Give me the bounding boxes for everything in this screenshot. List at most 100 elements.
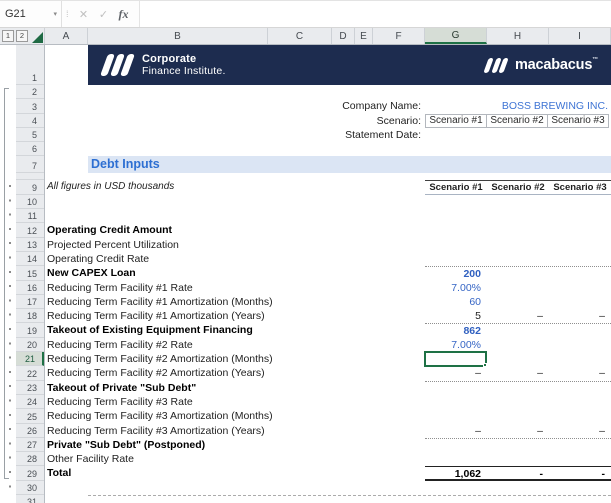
row-header-22[interactable]: 22 [16, 366, 44, 380]
cell-i27[interactable] [549, 439, 611, 452]
row-header-1[interactable]: 1 [16, 45, 44, 85]
statement-date-value[interactable] [425, 128, 611, 142]
name-box[interactable]: G21 ▾ [0, 1, 62, 27]
section-title[interactable]: Debt Inputs [88, 156, 611, 173]
scenario-col-header-1[interactable]: Scenario #1 [425, 181, 487, 193]
cell-h14[interactable] [487, 252, 549, 266]
cell-g16[interactable]: 7.00% [425, 281, 487, 295]
row-label[interactable]: Reducing Term Facility #1 Rate [45, 281, 425, 295]
scenario-cell-1[interactable]: Scenario #1 [425, 114, 487, 128]
cell-h15[interactable] [487, 267, 549, 280]
cell-h18[interactable]: – [487, 309, 549, 323]
row-header-16[interactable]: 16 [16, 281, 44, 295]
cell-i28[interactable] [549, 452, 611, 466]
cell-i18[interactable]: – [549, 309, 611, 323]
cell-i16[interactable] [549, 281, 611, 295]
enter-icon[interactable]: ✓ [94, 8, 114, 21]
row-header-11[interactable]: 11 [16, 209, 44, 223]
outline-level-1-button[interactable]: 1 [2, 30, 14, 42]
cell-i15[interactable] [549, 267, 611, 280]
cell-g23[interactable] [425, 382, 487, 395]
cell-g26[interactable]: – [425, 424, 487, 438]
row-header-13[interactable]: 13 [16, 238, 44, 252]
row-header-12[interactable]: 12 [16, 223, 44, 237]
row-label[interactable]: Private "Sub Debt" (Postponed) [45, 438, 425, 452]
row-header-23[interactable]: 23 [16, 381, 44, 395]
units-note[interactable]: All figures in USD thousands [45, 180, 425, 194]
row-header-25[interactable]: 25 [16, 409, 44, 423]
cell-g24[interactable] [425, 395, 487, 409]
row-label[interactable]: Operating Credit Amount [45, 223, 425, 237]
column-header-g-selected[interactable]: G [425, 28, 487, 44]
scenario-label[interactable]: Scenario: [45, 114, 425, 128]
cell-h21[interactable] [487, 352, 549, 366]
select-all-button[interactable] [32, 32, 43, 43]
scenario-col-header-2[interactable]: Scenario #2 [487, 181, 549, 193]
cell-h16[interactable] [487, 281, 549, 295]
insert-function-icon[interactable]: fx [114, 7, 134, 22]
row-label[interactable]: Other Facility Rate [45, 452, 425, 466]
cell-i24[interactable] [549, 395, 611, 409]
cell-h13[interactable] [487, 238, 549, 252]
scenario-cell-2[interactable]: Scenario #2 [486, 114, 548, 128]
row-header-10[interactable]: 10 [16, 195, 44, 209]
cell-g20[interactable]: 7.00% [425, 338, 487, 352]
row-label[interactable]: Operating Credit Rate [45, 252, 425, 266]
company-name-label[interactable]: Company Name: [45, 99, 425, 113]
cell-h17[interactable] [487, 295, 549, 309]
column-header-b[interactable]: B [88, 28, 268, 44]
cell-i13[interactable] [549, 238, 611, 252]
cell-h25[interactable] [487, 409, 549, 423]
row-header-29[interactable]: 29 [16, 466, 44, 480]
row-label[interactable]: Reducing Term Facility #3 Amortization (… [45, 409, 425, 423]
row-label[interactable]: Takeout of Private "Sub Debt" [45, 381, 425, 395]
row-label[interactable]: Reducing Term Facility #2 Amortization (… [45, 352, 425, 366]
row-header-24[interactable]: 24 [16, 395, 44, 409]
row-header-5[interactable]: 5 [16, 128, 44, 142]
cell-h22[interactable]: – [487, 366, 549, 380]
cell-i21[interactable] [549, 352, 611, 366]
row-label[interactable]: Reducing Term Facility #1 Amortization (… [45, 309, 425, 323]
scenario-cell-3[interactable]: Scenario #3 [547, 114, 609, 128]
cell-i17[interactable] [549, 295, 611, 309]
cell-i23[interactable] [549, 382, 611, 395]
column-header-a[interactable]: A [45, 28, 88, 44]
cell-i25[interactable] [549, 409, 611, 423]
cell-i29[interactable]: - [549, 467, 611, 478]
cell-h20[interactable] [487, 338, 549, 352]
row-header-6[interactable]: 6 [16, 142, 44, 156]
cell-g14[interactable] [425, 252, 487, 266]
cell-h19[interactable] [487, 324, 549, 337]
cell-i26[interactable]: – [549, 424, 611, 438]
cell-g13[interactable] [425, 238, 487, 252]
row-label[interactable]: Reducing Term Facility #3 Rate [45, 395, 425, 409]
scenario-col-header-3[interactable]: Scenario #3 [549, 181, 611, 193]
row-header-14[interactable]: 14 [16, 252, 44, 266]
row-header-28[interactable]: 28 [16, 452, 44, 466]
formula-input[interactable] [139, 1, 611, 27]
cell-i20[interactable] [549, 338, 611, 352]
row-label[interactable]: Reducing Term Facility #2 Rate [45, 338, 425, 352]
cell-h27[interactable] [487, 439, 549, 452]
cell-g28[interactable] [425, 452, 487, 466]
row-header-19[interactable]: 19 [16, 323, 44, 337]
row-header-15[interactable]: 15 [16, 266, 44, 280]
cell-i19[interactable] [549, 324, 611, 337]
cell-i22[interactable]: – [549, 366, 611, 380]
row-header-2[interactable]: 2 [16, 85, 44, 99]
row-header-31[interactable]: 31 [16, 495, 44, 503]
column-header-f[interactable]: F [373, 28, 425, 44]
cell-g29[interactable]: 1,062 [425, 467, 487, 478]
row-header-18[interactable]: 18 [16, 309, 44, 323]
cell-g17[interactable]: 60 [425, 295, 487, 309]
row-header-21-selected[interactable]: 21 [16, 352, 44, 366]
row-header-30[interactable]: 30 [16, 481, 44, 495]
row-label[interactable]: New CAPEX Loan [45, 266, 425, 280]
row-header-20[interactable]: 20 [16, 338, 44, 352]
cell-h28[interactable] [487, 452, 549, 466]
column-header-i[interactable]: I [549, 28, 611, 44]
row-header-9[interactable]: 9 [16, 180, 44, 194]
outline-level-2-button[interactable]: 2 [16, 30, 28, 42]
cell-h12[interactable] [487, 223, 549, 237]
chevron-down-icon[interactable]: ▾ [53, 10, 61, 18]
